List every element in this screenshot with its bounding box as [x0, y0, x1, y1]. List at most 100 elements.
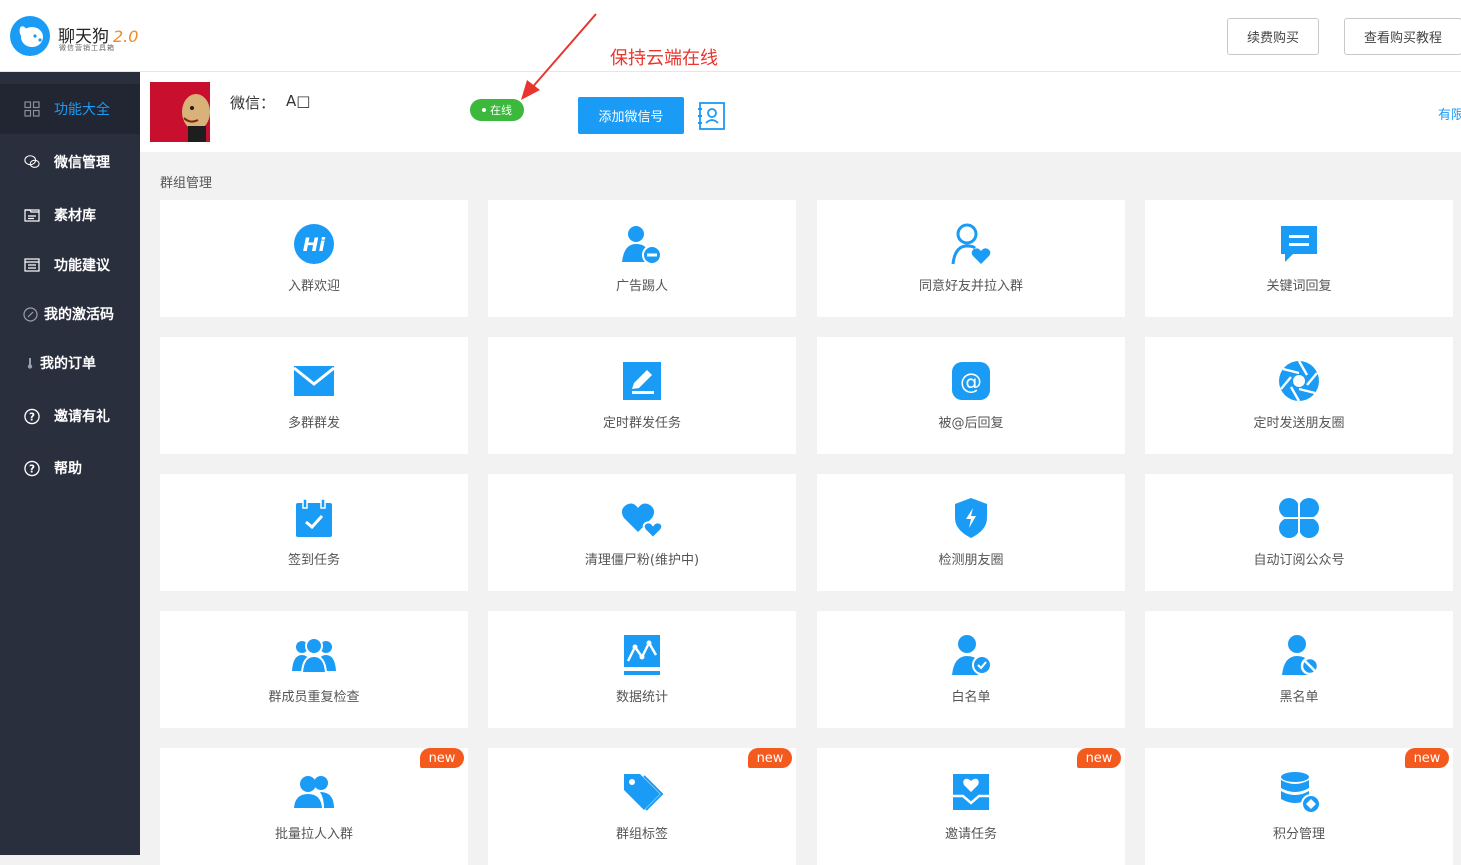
inbox-heart-icon	[949, 770, 993, 814]
hi-icon: Hi	[292, 222, 336, 266]
card-blacklist[interactable]: 黑名单	[1145, 611, 1453, 728]
account-bar: 微信： A□ 在线 添加微信号 有限	[140, 72, 1461, 152]
contact-book-icon[interactable]	[698, 101, 726, 131]
card-label: 数据统计	[615, 690, 668, 705]
sidebar-item-invite[interactable]: ? 邀请有礼	[0, 391, 140, 441]
dog-logo-icon	[10, 16, 50, 56]
card-scheduled-moments[interactable]: 定时发送朋友圈	[1145, 337, 1453, 454]
card-label: 被@后回复	[938, 416, 1004, 431]
hearts-icon	[620, 496, 664, 540]
clover-icon	[1277, 496, 1321, 540]
status-dot	[482, 108, 486, 112]
card-label: 邀请任务	[944, 827, 997, 842]
card-invite-task[interactable]: new 邀请任务	[817, 748, 1125, 865]
card-label: 关键词回复	[1266, 279, 1332, 294]
card-scheduled-broadcast[interactable]: 定时群发任务	[488, 337, 796, 454]
sidebar-item-label: 邀请有礼	[54, 409, 110, 425]
sidebar-item-wechat[interactable]: 微信管理	[0, 137, 140, 187]
new-badge: new	[748, 748, 792, 768]
sidebar-item-label: 帮助	[54, 461, 82, 477]
edit-icon	[620, 359, 664, 403]
card-multi-group-broadcast[interactable]: 多群群发	[160, 337, 468, 454]
wechat-label: 微信：	[230, 94, 276, 112]
card-label: 自动订阅公众号	[1253, 553, 1345, 568]
sidebar-item-orders[interactable]: 我的订单	[0, 338, 140, 388]
sidebar-item-label: 功能建议	[54, 258, 110, 274]
card-label: 黑名单	[1279, 690, 1319, 705]
sidebar-item-features[interactable]: 功能大全	[0, 84, 140, 134]
card-label: 同意好友并拉入群	[918, 279, 1023, 294]
online-status-badge: 在线	[470, 99, 524, 121]
card-member-duplicate-check[interactable]: 群成员重复检查	[160, 611, 468, 728]
new-badge: new	[420, 748, 464, 768]
svg-text:Hi: Hi	[303, 234, 326, 256]
card-accept-friend-invite[interactable]: 同意好友并拉入群	[817, 200, 1125, 317]
card-label: 入群欢迎	[287, 279, 340, 294]
section-title: 群组管理	[160, 176, 213, 191]
wechat-icon	[24, 154, 40, 170]
card-clean-zombie-fans[interactable]: 清理僵尸粉(维护中)	[488, 474, 796, 591]
sidebar-item-suggestions[interactable]: 功能建议	[0, 240, 140, 290]
sidebar-item-label: 我的激活码	[44, 307, 114, 323]
card-label: 检测朋友圈	[938, 553, 1004, 568]
card-checkin-task[interactable]: 签到任务	[160, 474, 468, 591]
sidebar-item-help[interactable]: ? 帮助	[0, 443, 140, 493]
sidebar: 功能大全 微信管理 素材库 功能建议 我的激活码 我的订单 ? 邀请有礼 ? 帮…	[0, 72, 140, 855]
user-check-icon	[949, 633, 993, 677]
aperture-icon	[1277, 359, 1321, 403]
card-keyword-reply[interactable]: 关键词回复	[1145, 200, 1453, 317]
user-block-icon	[1277, 633, 1321, 677]
card-label: 清理僵尸粉(维护中)	[584, 553, 700, 568]
right-link[interactable]: 有限	[1438, 104, 1461, 123]
thermometer-icon	[24, 355, 36, 371]
message-icon	[1277, 222, 1321, 266]
card-auto-subscribe[interactable]: 自动订阅公众号	[1145, 474, 1453, 591]
question-icon: ?	[24, 460, 40, 476]
card-label: 广告踢人	[615, 279, 668, 294]
card-label: 群成员重复检查	[268, 690, 360, 705]
card-label: 定时群发任务	[602, 416, 681, 431]
sidebar-item-label: 我的订单	[40, 356, 96, 372]
card-label: 积分管理	[1272, 827, 1325, 842]
card-group-tags[interactable]: new 群组标签	[488, 748, 796, 865]
sidebar-item-materials[interactable]: 素材库	[0, 190, 140, 240]
new-badge: new	[1077, 748, 1121, 768]
card-label: 多群群发	[287, 416, 340, 431]
wechat-name: A□	[286, 92, 311, 110]
folder-icon	[24, 207, 40, 223]
card-data-statistics[interactable]: 数据统计	[488, 611, 796, 728]
card-batch-invite[interactable]: new 批量拉人入群	[160, 748, 468, 865]
user-group-icon	[292, 770, 336, 814]
grid-icon	[24, 101, 40, 117]
question-icon: ?	[24, 408, 40, 424]
tag-icon	[620, 770, 664, 814]
sidebar-item-activation-codes[interactable]: 我的激活码	[0, 289, 140, 339]
card-label: 定时发送朋友圈	[1253, 416, 1345, 431]
top-bar: 聊天狗 2.0 微信营销工具箱 续费购买 查看购买教程	[0, 0, 1461, 72]
card-ad-kick[interactable]: 广告踢人	[488, 200, 796, 317]
tutorial-button[interactable]: 查看购买教程	[1344, 18, 1461, 55]
card-check-moments[interactable]: 检测朋友圈	[817, 474, 1125, 591]
shield-icon	[949, 496, 993, 540]
avatar[interactable]	[150, 82, 210, 142]
sidebar-item-label: 微信管理	[54, 155, 110, 171]
database-icon	[1277, 770, 1321, 814]
card-mention-reply[interactable]: @ 被@后回复	[817, 337, 1125, 454]
card-whitelist[interactable]: 白名单	[817, 611, 1125, 728]
sidebar-item-label: 素材库	[54, 208, 96, 224]
svg-text:?: ?	[29, 411, 35, 423]
logo[interactable]: 聊天狗 2.0 微信营销工具箱	[8, 12, 158, 62]
users-icon	[292, 633, 336, 677]
svg-text:@: @	[960, 370, 982, 395]
card-group-welcome[interactable]: Hi 入群欢迎	[160, 200, 468, 317]
mail-icon	[292, 359, 336, 403]
card-label: 签到任务	[287, 553, 340, 568]
new-badge: new	[1405, 748, 1449, 768]
brand-version: 2.0	[113, 27, 139, 46]
card-points-management[interactable]: new 积分管理	[1145, 748, 1453, 865]
add-wechat-button[interactable]: 添加微信号	[578, 97, 684, 134]
renew-button[interactable]: 续费购买	[1227, 18, 1319, 55]
chart-icon	[620, 633, 664, 677]
key-icon	[22, 306, 38, 322]
at-icon: @	[949, 359, 993, 403]
